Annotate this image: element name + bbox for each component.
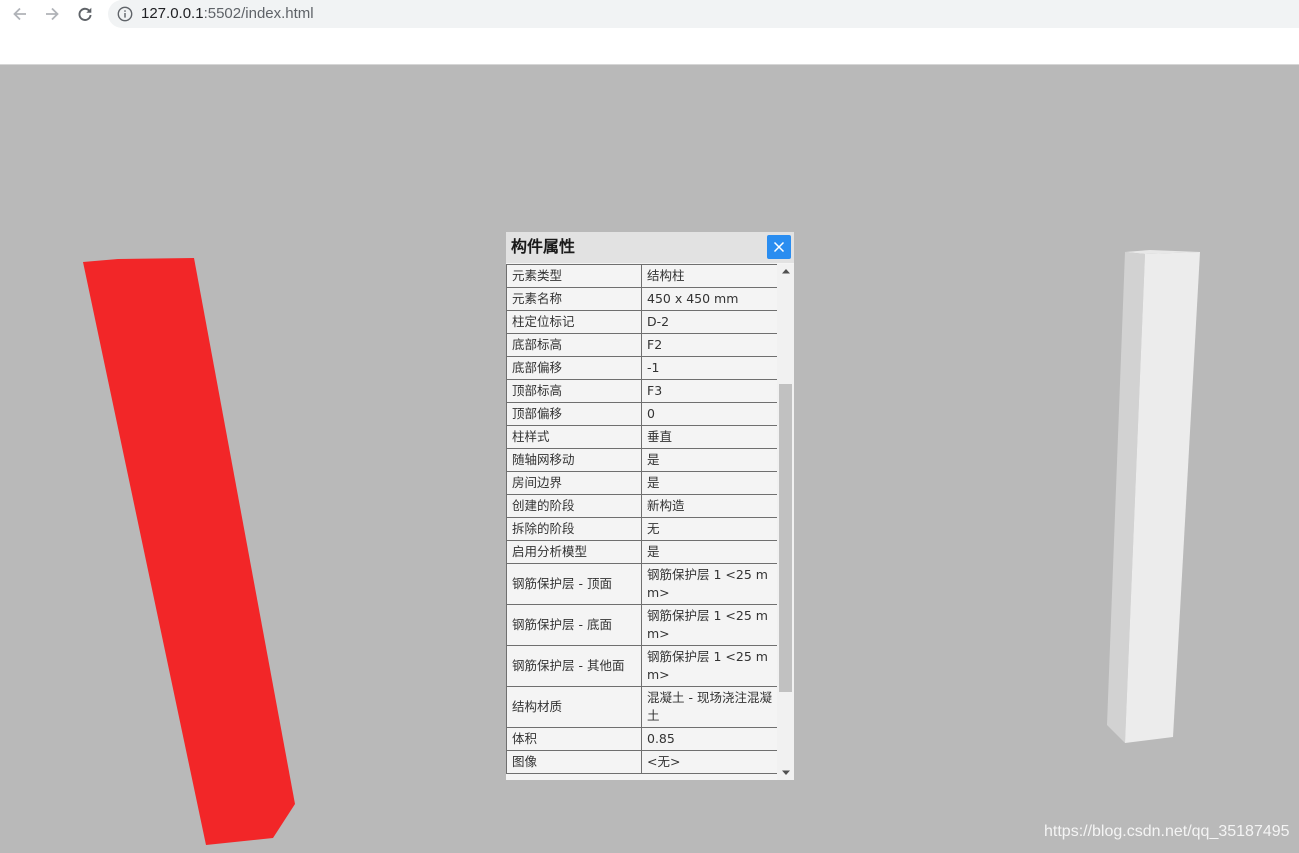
property-key: 创建的阶段 xyxy=(506,494,642,518)
property-value: D-2 xyxy=(641,310,778,334)
property-value: 新构造 xyxy=(641,494,778,518)
table-row: 柱定位标记 D-2 xyxy=(506,310,778,334)
property-key: 房间边界 xyxy=(506,471,642,495)
table-row: 图像 <无> xyxy=(506,750,778,774)
panel-title: 构件属性 xyxy=(511,237,576,256)
property-key: 顶部偏移 xyxy=(506,402,642,426)
panel-body: 元素类型 结构柱 元素名称 450 x 450 mm 柱定位标记 D-2 底部标高 F2… xyxy=(506,264,794,780)
property-key: 元素类型 xyxy=(506,264,642,288)
table-row: 底部标高 F2 xyxy=(506,333,778,357)
watermark-text: https://blog.csdn.net/qq_35187495 xyxy=(1044,823,1290,840)
property-key: 柱定位标记 xyxy=(506,310,642,334)
arrow-left-icon xyxy=(13,7,26,21)
scroll-up-button[interactable] xyxy=(777,264,794,278)
table-row: 房间边界是 xyxy=(506,471,778,495)
back-button[interactable] xyxy=(8,2,32,26)
property-value: 是 xyxy=(641,540,778,564)
reload-icon xyxy=(78,7,92,21)
property-key: 随轴网移动 xyxy=(506,448,642,472)
triangle-down-icon xyxy=(781,770,790,775)
forward-button[interactable] xyxy=(40,2,64,26)
table-row: 柱样式 垂直 xyxy=(506,425,778,449)
property-value: 钢筋保护层 1 <25 mm> xyxy=(641,563,778,605)
property-key: 图像 xyxy=(506,750,642,774)
property-value: 垂直 xyxy=(641,425,778,449)
table-row: 钢筋保护层 - 底面 钢筋保护层 1 <25 mm> xyxy=(506,604,778,646)
browser-bar-area xyxy=(0,28,1299,64)
table-row: 随轴网移动是 xyxy=(506,448,778,472)
property-key: 顶部标高 xyxy=(506,379,642,403)
property-key: 元素名称 xyxy=(506,287,642,311)
property-key: 柱样式 xyxy=(506,425,642,449)
property-value: 无 xyxy=(641,517,778,541)
properties-table: 元素类型 结构柱 元素名称 450 x 450 mm 柱定位标记 D-2 底部标高 F2… xyxy=(506,264,778,774)
property-value: 是 xyxy=(641,448,778,472)
property-value: 钢筋保护层 1 <25 mm> xyxy=(641,604,778,646)
property-key: 钢筋保护层 - 底面 xyxy=(506,604,642,646)
triangle-up-icon xyxy=(781,269,790,274)
table-row: 钢筋保护层 - 其他面 钢筋保护层 1 <25 mm> xyxy=(506,645,778,687)
scroll-thumb[interactable] xyxy=(779,384,792,692)
table-row: 顶部标高 F3 xyxy=(506,379,778,403)
property-value: F3 xyxy=(641,379,778,403)
table-row: 启用分析模型是 xyxy=(506,540,778,564)
property-value: 0.85 xyxy=(641,727,778,751)
property-value: 结构柱 xyxy=(641,264,778,288)
scroll-down-button[interactable] xyxy=(777,766,794,780)
table-row: 顶部偏移 0 xyxy=(506,402,778,426)
arrow-right-icon xyxy=(46,7,59,21)
table-row: 元素类型 结构柱 xyxy=(506,264,778,288)
selected-structural-column[interactable] xyxy=(83,258,295,845)
panel-header[interactable]: 构件属性 xyxy=(506,232,794,263)
property-key: 钢筋保护层 - 其他面 xyxy=(506,645,642,687)
table-row: 体积 0.85 xyxy=(506,727,778,751)
property-key: 启用分析模型 xyxy=(506,540,642,564)
property-value: 0 xyxy=(641,402,778,426)
address-bar[interactable]: 127.0.0.1:5502/index.html xyxy=(108,0,1299,28)
property-key: 体积 xyxy=(506,727,642,751)
table-row: 元素名称 450 x 450 mm xyxy=(506,287,778,311)
property-key: 底部偏移 xyxy=(506,356,642,380)
table-row: 钢筋保护层 - 顶面 钢筋保护层 1 <25 mm> xyxy=(506,563,778,605)
url-text: 127.0.0.1:5502/index.html xyxy=(141,5,314,23)
properties-panel: 构件属性 元素类型 结构柱 元素名称 450 x 450 mm 柱定位标记 D-2 底… xyxy=(506,232,794,780)
table-row: 结构材质 混凝土 - 现场浇注混凝土 xyxy=(506,686,778,728)
property-value: 450 x 450 mm xyxy=(641,287,778,311)
url-path: :5502/index.html xyxy=(203,5,314,22)
browser-toolbar: 127.0.0.1:5502/index.html xyxy=(0,0,1299,28)
url-host: 127.0.0.1 xyxy=(141,5,204,22)
panel-scrollbar[interactable] xyxy=(777,264,794,780)
info-icon[interactable] xyxy=(117,6,133,22)
property-key: 结构材质 xyxy=(506,686,642,728)
property-value: 混凝土 - 现场浇注混凝土 xyxy=(641,686,778,728)
property-key: 钢筋保护层 - 顶面 xyxy=(506,563,642,605)
table-row: 拆除的阶段无 xyxy=(506,517,778,541)
property-value: 钢筋保护层 1 <25 mm> xyxy=(641,645,778,687)
property-value: 是 xyxy=(641,471,778,495)
property-key: 拆除的阶段 xyxy=(506,517,642,541)
reload-button[interactable] xyxy=(73,2,97,26)
table-row: 创建的阶段 新构造 xyxy=(506,494,778,518)
property-key: 底部标高 xyxy=(506,333,642,357)
close-button[interactable] xyxy=(767,235,791,259)
property-value: -1 xyxy=(641,356,778,380)
property-value: F2 xyxy=(641,333,778,357)
close-icon xyxy=(773,241,785,253)
property-value: <无> xyxy=(641,750,778,774)
3d-viewport[interactable]: 构件属性 元素类型 结构柱 元素名称 450 x 450 mm 柱定位标记 D-2 底… xyxy=(0,65,1299,853)
table-row: 底部偏移 -1 xyxy=(506,356,778,380)
